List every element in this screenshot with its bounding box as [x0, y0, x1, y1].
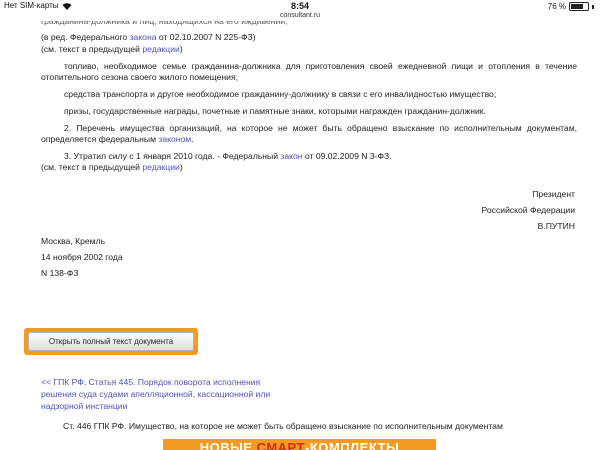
signature-name: В.ПУТИН: [537, 221, 575, 231]
paragraph-3: 3. Утратил силу с 1 января 2010 года. - …: [64, 151, 392, 161]
battery-status: 76 %: [548, 2, 594, 11]
previous-edition-note: (см. текст в предыдущей редакции): [41, 44, 183, 54]
edition-link[interactable]: редакции: [142, 44, 179, 54]
signature-title: Президент: [532, 189, 575, 199]
page-url[interactable]: consultant.ru: [0, 12, 600, 19]
edition-link-2[interactable]: редакции: [142, 162, 179, 172]
federal-law-link[interactable]: законом: [158, 134, 191, 144]
battery-percent: 76 %: [547, 2, 566, 11]
open-full-text-frame: Открыть полный текст документа: [24, 328, 198, 355]
paragraph-2: 2. Перечень имущества организаций, на ко…: [41, 123, 577, 144]
next-article-title: Ст. 446 ГПК РФ. Имущество, на которое не…: [63, 421, 503, 431]
paragraph-transport: средства транспорта и другое необходимое…: [64, 89, 497, 99]
prev-article-link[interactable]: << ГПК РФ, Статья 445. Порядок поворота …: [41, 376, 270, 412]
signing-date: 14 ноября 2002 года: [41, 252, 123, 262]
signing-place: Москва, Кремль: [41, 236, 106, 246]
open-full-text-button[interactable]: Открыть полный текст документа: [28, 332, 194, 351]
status-bar: Нет SIM-карты 8:54 consultant.ru 76 %: [0, 0, 600, 22]
clock: 8:54: [290, 1, 309, 11]
previous-edition-note-2: (см. текст в предыдущей редакции): [41, 162, 183, 172]
battery-icon: [569, 2, 589, 11]
amendment-note: (в ред. Федерального закона от 02.10.200…: [41, 32, 256, 42]
paragraph-fuel: топливо, необходимое семье гражданина-до…: [41, 61, 577, 82]
law-number: N 138-ФЗ: [41, 268, 79, 278]
law-link[interactable]: закона: [130, 32, 157, 42]
signature-office: Российской Федерации: [481, 205, 575, 215]
repeal-law-link[interactable]: закон: [280, 151, 302, 161]
promo-banner-text: НОВЫЕ СМАРТ-КОМПЛЕКТЫ: [199, 440, 400, 450]
promo-banner[interactable]: НОВЫЕ СМАРТ-КОМПЛЕКТЫ: [163, 439, 436, 450]
paragraph-prizes: призы, государственные награды, почетные…: [64, 106, 486, 116]
